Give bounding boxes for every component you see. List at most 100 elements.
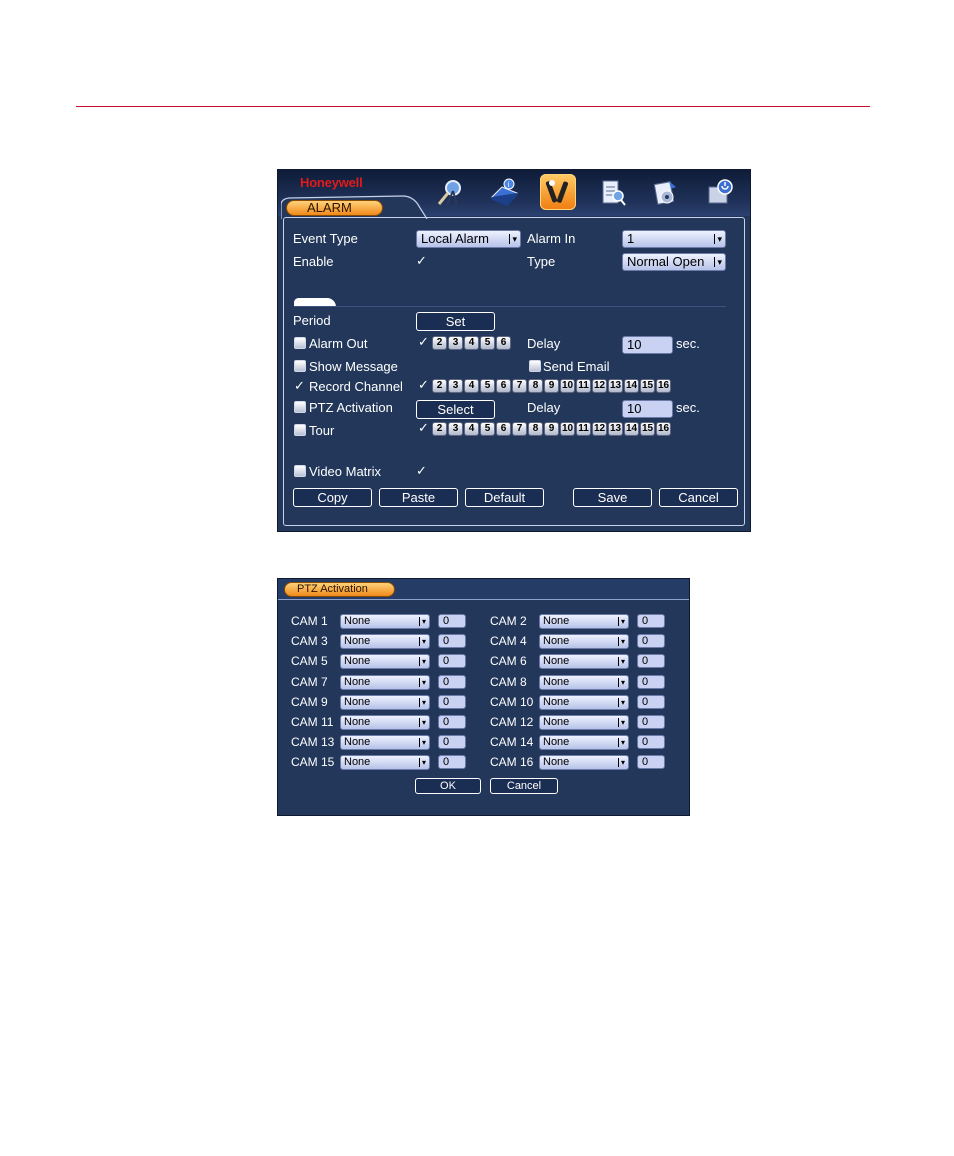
save-button[interactable]: Save: [573, 488, 652, 507]
backup-icon[interactable]: [648, 174, 684, 210]
shutdown-icon[interactable]: [702, 174, 738, 210]
channel-chip-9[interactable]: 9: [544, 379, 559, 393]
channel-chip-3[interactable]: 3: [448, 422, 463, 436]
ptz-activation-checkbox[interactable]: [294, 401, 306, 413]
channel-chip-3[interactable]: 3: [448, 379, 463, 393]
channel-chip-5[interactable]: 5: [480, 422, 495, 436]
cam-value-input[interactable]: 0: [637, 694, 665, 709]
ptz-title-tab[interactable]: PTZ Activation: [284, 582, 395, 597]
ptz-cancel-button[interactable]: Cancel: [490, 778, 558, 794]
cam-action-select[interactable]: None ▾: [340, 755, 430, 771]
default-button[interactable]: Default: [465, 488, 544, 507]
channel-chip-3[interactable]: 3: [448, 336, 463, 350]
cam-value-input[interactable]: 0: [438, 614, 466, 628]
tools-icon[interactable]: [540, 174, 576, 210]
cam-action-select[interactable]: None ▾: [539, 654, 629, 670]
type-select[interactable]: Normal Open ▾: [622, 253, 726, 271]
cam-action-select[interactable]: None ▾: [539, 614, 629, 629]
channel-chip-11[interactable]: 11: [576, 379, 591, 393]
record-channel-checkbox[interactable]: ✓: [294, 379, 307, 392]
cam-value-input[interactable]: 0: [637, 674, 665, 689]
channel-chip-12[interactable]: 12: [592, 379, 607, 393]
delay-input[interactable]: 10: [622, 336, 673, 354]
cam-action-select[interactable]: None ▾: [340, 614, 430, 629]
cam-action-select[interactable]: None ▾: [539, 735, 629, 751]
video-matrix-toggle[interactable]: ✓: [416, 464, 429, 477]
cam-value-input[interactable]: 0: [637, 634, 665, 649]
enable-checkbox[interactable]: ✓: [416, 254, 429, 267]
channel-chip-12[interactable]: 12: [592, 422, 607, 436]
channel-chip-14[interactable]: 14: [624, 379, 639, 393]
channel-chip-4[interactable]: 4: [464, 422, 479, 436]
channel-chip-6[interactable]: 6: [496, 379, 511, 393]
tour-checkbox[interactable]: [294, 424, 306, 436]
channel-chip-11[interactable]: 11: [576, 422, 591, 436]
cam-value-input[interactable]: 0: [438, 634, 466, 649]
video-matrix-checkbox[interactable]: [294, 465, 306, 477]
channel-chip-8[interactable]: 8: [528, 422, 543, 436]
cam-action-select[interactable]: None ▾: [539, 715, 629, 730]
cam-value-input[interactable]: 0: [637, 755, 665, 770]
cam-value-input[interactable]: 0: [438, 694, 466, 709]
ptz-select-button[interactable]: Select: [416, 400, 495, 419]
period-set-button[interactable]: Set: [416, 312, 495, 331]
channel-chip-6[interactable]: 6: [496, 336, 511, 350]
cam-value-input[interactable]: 0: [637, 614, 665, 628]
channel-chip-1[interactable]: ✓: [416, 335, 431, 350]
channel-chip-5[interactable]: 5: [480, 379, 495, 393]
cam-action-select[interactable]: None ▾: [340, 654, 430, 670]
ok-button[interactable]: OK: [415, 778, 481, 794]
cam-action-select[interactable]: None ▾: [539, 755, 629, 771]
copy-button[interactable]: Copy: [293, 488, 372, 507]
search-icon[interactable]: [432, 174, 468, 210]
cam-value-input[interactable]: 0: [438, 674, 466, 689]
channel-chip-10[interactable]: 10: [560, 422, 575, 436]
send-email-checkbox[interactable]: [529, 360, 541, 372]
channel-chip-15[interactable]: 15: [640, 422, 655, 436]
channel-chip-4[interactable]: 4: [464, 336, 479, 350]
cam-value-input[interactable]: 0: [438, 654, 466, 669]
channel-chip-16[interactable]: 16: [656, 379, 671, 393]
cam-action-select[interactable]: None ▾: [340, 634, 430, 650]
cancel-button[interactable]: Cancel: [659, 488, 738, 507]
channel-chip-16[interactable]: 16: [656, 422, 671, 436]
tab-alarm[interactable]: ALARM: [286, 200, 383, 216]
channel-chip-6[interactable]: 6: [496, 422, 511, 436]
channel-chip-9[interactable]: 9: [544, 422, 559, 436]
cam-action-select[interactable]: None ▾: [539, 694, 629, 710]
cam-action-select[interactable]: None ▾: [340, 735, 430, 751]
event-type-select[interactable]: Local Alarm ▾: [416, 230, 521, 248]
channel-chip-2[interactable]: 2: [432, 336, 447, 350]
channel-chip-14[interactable]: 14: [624, 422, 639, 436]
cam-action-select[interactable]: None ▾: [340, 694, 430, 710]
cam-value-input[interactable]: 0: [637, 715, 665, 729]
cam-action-select[interactable]: None ▾: [340, 715, 430, 730]
delay-input-2[interactable]: 10: [622, 400, 673, 418]
channel-chip-13[interactable]: 13: [608, 422, 623, 436]
cam-value-input[interactable]: 0: [438, 735, 466, 750]
cam-value-input[interactable]: 0: [637, 735, 665, 750]
alarm-out-checkbox[interactable]: [294, 337, 306, 349]
cam-value-input[interactable]: 0: [438, 755, 466, 770]
cam-action-select[interactable]: None ▾: [340, 674, 430, 690]
channel-chip-7[interactable]: 7: [512, 422, 527, 436]
cam-action-select[interactable]: None ▾: [539, 674, 629, 690]
cam-action-select[interactable]: None ▾: [539, 634, 629, 650]
channel-chip-2[interactable]: 2: [432, 422, 447, 436]
cam-value-input[interactable]: 0: [438, 715, 466, 729]
channel-chip-1[interactable]: ✓: [416, 421, 431, 436]
channel-chip-2[interactable]: 2: [432, 379, 447, 393]
alarm-in-select[interactable]: 1 ▾: [622, 230, 726, 248]
info-book-icon[interactable]: i: [486, 174, 522, 210]
channel-chip-13[interactable]: 13: [608, 379, 623, 393]
channel-chip-10[interactable]: 10: [560, 379, 575, 393]
paste-button[interactable]: Paste: [379, 488, 458, 507]
channel-chip-4[interactable]: 4: [464, 379, 479, 393]
cam-value-input[interactable]: 0: [637, 654, 665, 669]
show-message-checkbox[interactable]: [294, 360, 306, 372]
channel-chip-5[interactable]: 5: [480, 336, 495, 350]
channel-chip-1[interactable]: ✓: [416, 378, 431, 393]
advanced-icon[interactable]: [594, 174, 630, 210]
channel-chip-8[interactable]: 8: [528, 379, 543, 393]
channel-chip-15[interactable]: 15: [640, 379, 655, 393]
